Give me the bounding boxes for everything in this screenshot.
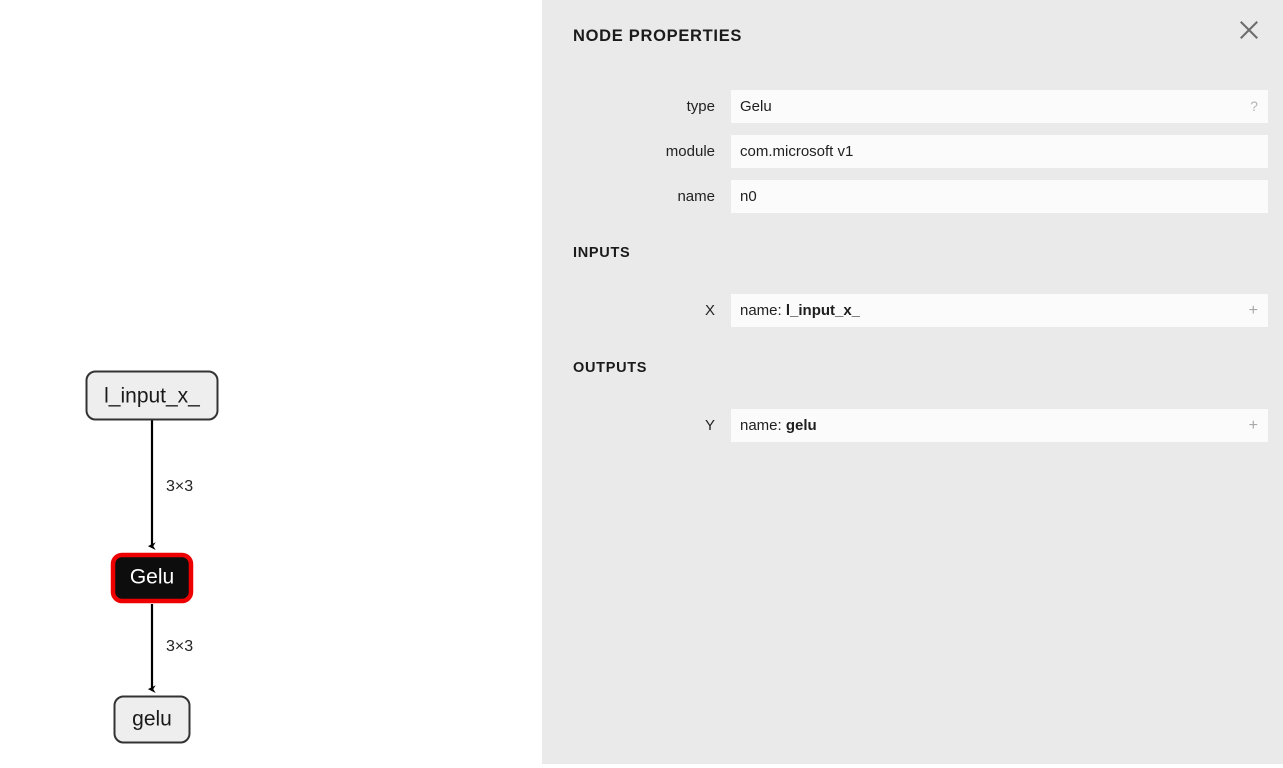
node-label: Gelu: [130, 566, 174, 589]
node-label: l_input_x_: [104, 385, 200, 408]
output-y-value: name: gelu: [731, 417, 817, 434]
module-field-value: com.microsoft v1: [740, 143, 854, 160]
graph-node-gelu-output[interactable]: gelu: [113, 695, 191, 744]
edge-label: 3×3: [166, 478, 193, 495]
graph-svg: 3×3 3×3 l_input_x_ Gelu gelu: [85, 370, 219, 744]
input-label-x: X: [704, 302, 715, 319]
graph-node-l-input-x[interactable]: l_input_x_: [85, 370, 219, 421]
input-x-value: name: l_input_x_: [731, 302, 860, 319]
output-y-field[interactable]: name: gelu +: [731, 409, 1268, 442]
close-icon[interactable]: [1231, 12, 1267, 48]
node-label: gelu: [132, 708, 172, 731]
field-label-name: name: [677, 188, 715, 205]
graph-edge-input-to-op[interactable]: 3×3: [147, 419, 193, 551]
field-row-name: name n0: [542, 180, 1283, 213]
graph-edge-op-to-output[interactable]: 3×3: [147, 604, 193, 694]
field-row-type: type Gelu ?: [542, 90, 1283, 123]
output-y-name: gelu: [785, 417, 817, 434]
field-row-module: module com.microsoft v1: [542, 135, 1283, 168]
graph-canvas[interactable]: 3×3 3×3 l_input_x_ Gelu gelu: [0, 0, 542, 768]
input-row-x: X name: l_input_x_ +: [542, 294, 1283, 327]
module-field[interactable]: com.microsoft v1: [731, 135, 1268, 168]
help-hint-icon[interactable]: ?: [1250, 90, 1258, 123]
input-x-name: l_input_x_: [785, 302, 861, 319]
output-label-y: Y: [704, 417, 715, 434]
output-row-y: Y name: gelu +: [542, 409, 1283, 442]
edge-label: 3×3: [166, 638, 193, 655]
expand-plus-icon[interactable]: +: [1249, 294, 1258, 327]
graph-node-gelu-op[interactable]: Gelu: [110, 552, 194, 604]
name-field-value: n0: [740, 188, 757, 205]
inputs-section-heading: INPUTS: [573, 245, 631, 261]
outputs-section-heading: OUTPUTS: [573, 360, 648, 376]
input-x-field[interactable]: name: l_input_x_ +: [731, 294, 1268, 327]
field-label-type: type: [686, 98, 715, 115]
node-properties-panel: NODE PROPERTIES type Gelu ? module com.m…: [542, 0, 1283, 764]
field-label-module: module: [665, 143, 715, 160]
type-field[interactable]: Gelu ?: [731, 90, 1268, 123]
input-x-key: name:: [740, 302, 786, 319]
expand-plus-icon[interactable]: +: [1249, 409, 1258, 442]
name-field[interactable]: n0: [731, 180, 1268, 213]
output-y-key: name:: [740, 417, 786, 434]
type-field-value: Gelu: [740, 98, 772, 115]
panel-header: NODE PROPERTIES: [573, 22, 1283, 50]
page-title: NODE PROPERTIES: [573, 27, 743, 45]
